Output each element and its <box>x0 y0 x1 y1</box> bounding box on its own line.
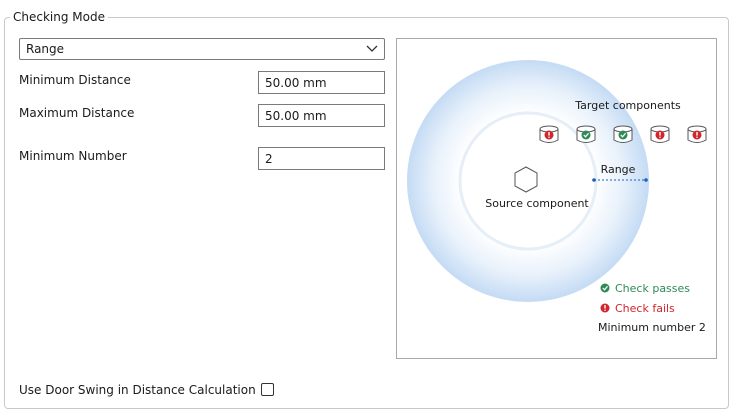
min-number-input[interactable]: 2 <box>258 147 385 170</box>
check-fails-label: Check fails <box>615 302 675 315</box>
mode-select[interactable]: Range <box>19 38 385 60</box>
door-swing-checkbox[interactable] <box>261 383 274 396</box>
mode-select-value: Range <box>26 42 65 56</box>
check-pass-icon <box>600 283 610 293</box>
max-distance-label: Maximum Distance <box>19 106 135 120</box>
min-distance-label: Minimum Distance <box>19 73 131 87</box>
chevron-down-icon <box>366 45 378 52</box>
check-pass-icon <box>618 130 628 140</box>
check-fail-icon <box>600 303 610 313</box>
target-component-fail <box>687 125 707 143</box>
group-title: Checking Mode <box>10 10 108 24</box>
check-pass-icon <box>581 130 591 140</box>
max-distance-input[interactable]: 50.00 mm <box>258 104 385 127</box>
target-component-fail <box>650 125 670 143</box>
range-end-dot <box>644 178 648 182</box>
source-component-icon <box>514 166 538 193</box>
source-component-label: Source component <box>485 197 589 210</box>
range-label: Range <box>601 163 636 176</box>
max-distance-value: 50.00 mm <box>265 109 327 123</box>
min-distance-value: 50.00 mm <box>265 76 327 90</box>
target-component-fail <box>539 125 559 143</box>
min-number-value: 2 <box>265 152 273 166</box>
range-start-dot <box>592 178 596 182</box>
minimum-number-legend: Minimum number 2 <box>598 321 706 334</box>
target-component-pass <box>576 125 596 143</box>
target-component-pass <box>613 125 633 143</box>
target-components-label: Target components <box>574 99 681 112</box>
range-diagram-canvas: Source component Target components Range… <box>407 60 707 334</box>
min-number-label: Minimum Number <box>19 149 127 163</box>
door-swing-label: Use Door Swing in Distance Calculation <box>19 383 256 397</box>
range-diagram: Source component Target components Range… <box>396 38 717 359</box>
min-distance-input[interactable]: 50.00 mm <box>258 71 385 94</box>
check-passes-label: Check passes <box>615 282 690 295</box>
